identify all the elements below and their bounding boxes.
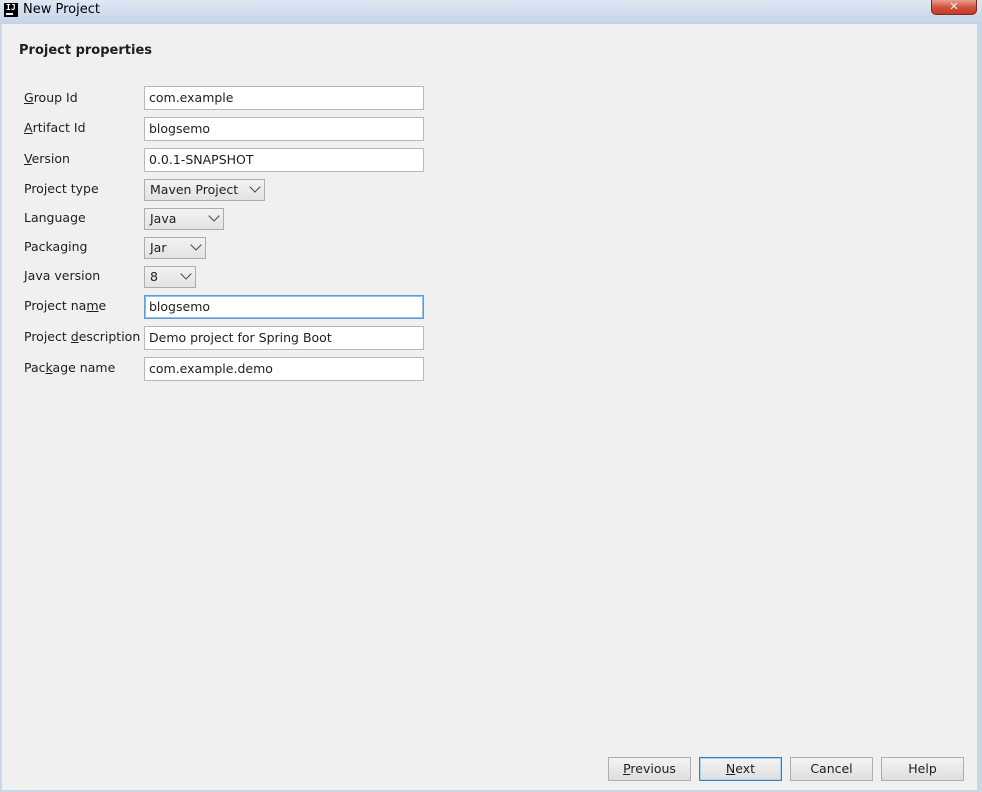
java-version-label: Java version	[24, 268, 101, 283]
project-name-mnemonic: m	[86, 298, 99, 313]
window-title: New Project	[23, 2, 100, 17]
package-name-mnemonic: k	[45, 360, 53, 375]
group-id-label: Group Id	[24, 90, 78, 105]
package-name-label: Package name	[24, 360, 116, 375]
group-id-input[interactable]: com.example	[144, 86, 424, 110]
next-mnemonic: N	[725, 761, 736, 776]
language-dropdown[interactable]: Java	[144, 208, 224, 230]
project-description-input[interactable]: Demo project for Spring Boot	[144, 326, 424, 350]
version-label: Version	[24, 151, 70, 166]
language-value: Java	[150, 211, 177, 226]
cancel-button[interactable]: Cancel	[790, 757, 873, 781]
project-type-dropdown[interactable]: Maven Project	[144, 179, 265, 201]
chevron-down-icon	[190, 239, 202, 251]
project-description-mnemonic: d	[70, 329, 79, 344]
close-window-button[interactable]: ✕	[931, 0, 977, 15]
project-name-input[interactable]: blogsemo	[144, 295, 424, 319]
project-name-label: Project name	[24, 298, 107, 313]
project-type-value: Maven Project	[150, 182, 239, 197]
packaging-label: Packaging	[24, 239, 88, 254]
project-type-label: Project type	[24, 181, 99, 196]
chevron-down-icon	[180, 268, 192, 280]
previous-button[interactable]: Previous	[608, 757, 691, 781]
artifact-id-input[interactable]: blogsemo	[144, 117, 424, 141]
chevron-down-icon	[208, 210, 220, 222]
packaging-value: Jar	[150, 240, 167, 255]
artifact-id-mnemonic: A	[24, 120, 33, 135]
version-input[interactable]: 0.0.1-SNAPSHOT	[144, 148, 424, 172]
package-name-input[interactable]: com.example.demo	[144, 357, 424, 381]
title-bar: IJ New Project ✕	[0, 0, 982, 24]
help-button[interactable]: Help	[881, 757, 964, 781]
section-heading: Project properties	[19, 43, 152, 58]
group-id-mnemonic: G	[24, 90, 34, 105]
artifact-id-label: Artifact Id	[24, 120, 86, 135]
packaging-dropdown[interactable]: Jar	[144, 237, 206, 259]
language-label: Language	[24, 210, 86, 225]
java-version-dropdown[interactable]: 8	[144, 266, 196, 288]
intellij-app-icon: IJ	[4, 3, 18, 17]
next-button[interactable]: Next	[699, 757, 782, 781]
java-version-value: 8	[150, 269, 158, 284]
chevron-down-icon	[249, 181, 261, 193]
project-description-label: Project description	[24, 329, 141, 344]
version-mnemonic: V	[24, 151, 32, 166]
